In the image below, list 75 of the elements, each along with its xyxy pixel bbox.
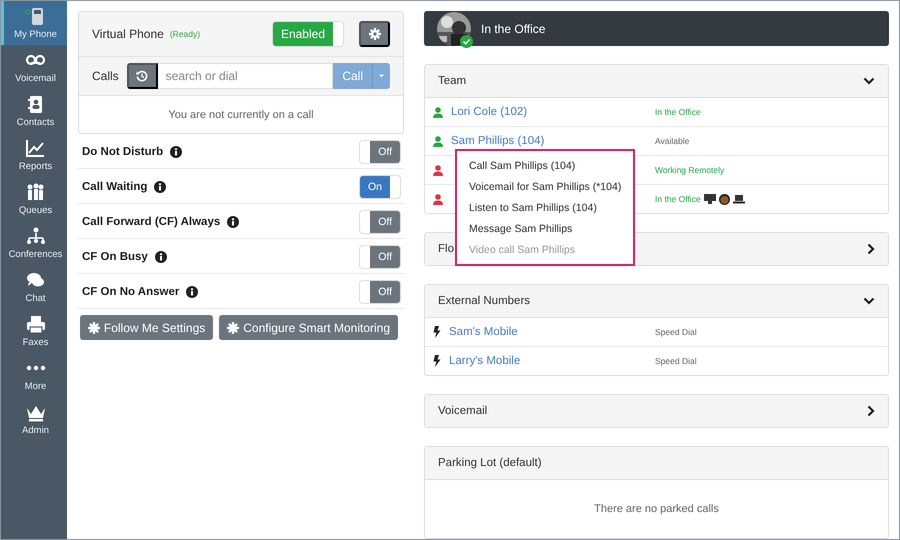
chart-icon [24, 138, 46, 159]
info-icon[interactable] [154, 250, 167, 262]
chevron-down-icon[interactable] [863, 77, 875, 85]
sidebar-item[interactable]: Conferences [1, 221, 67, 265]
avatar-icon [718, 194, 730, 204]
panel-title: Team [438, 75, 466, 87]
check-icon [460, 34, 473, 48]
sidebar-item[interactable]: Reports [1, 133, 67, 177]
setting-label: CF On Busy [82, 250, 148, 262]
info-icon[interactable] [227, 216, 240, 228]
toggle-switch[interactable]: Off [360, 140, 400, 162]
panel-title: Parking Lot (default) [438, 457, 542, 469]
presence-status: Working Remotely [655, 165, 724, 175]
sidebar-item[interactable]: Contacts [1, 89, 67, 133]
settings-button[interactable] [359, 21, 390, 47]
history-button[interactable] [126, 63, 158, 89]
sidebar-item[interactable]: Voicemail [1, 45, 67, 89]
virtual-phone-label: Virtual Phone [92, 27, 164, 41]
info-icon[interactable] [186, 286, 198, 298]
toggle-switch[interactable]: On [360, 176, 400, 198]
collapsed-panel[interactable]: Voicemail [424, 394, 889, 428]
info-icon[interactable] [154, 180, 166, 192]
sidebar-item[interactable]: More [1, 353, 67, 397]
phone-status: (Ready) [170, 29, 200, 39]
presence-status: In the Office [655, 194, 701, 204]
sidebar-item[interactable]: Queues [1, 177, 67, 221]
search-field[interactable]: search or dial [158, 63, 334, 89]
hierarchy-icon [24, 226, 46, 247]
call-status-message: You are not currently on a call [167, 108, 315, 123]
menu-item[interactable]: Listen to Sam Phillips (104) [457, 197, 634, 218]
sidebar-item[interactable]: Faxes [1, 309, 67, 353]
panel-title: Flo [438, 243, 454, 255]
more-icon [24, 365, 46, 371]
history-icon [136, 70, 148, 82]
lightning-icon [433, 355, 441, 367]
panel-title: Voicemail [438, 405, 488, 417]
menu-item[interactable]: Call Sam Phillips (104) [457, 155, 634, 176]
chevron-down-icon[interactable] [863, 297, 875, 305]
contact-link[interactable]: Larry's Mobile [449, 355, 520, 367]
printer-icon [24, 314, 46, 335]
chevron-right-icon[interactable] [867, 243, 875, 255]
empty-message: There are no parked calls [425, 479, 888, 538]
number-type: Speed Dial [655, 356, 697, 366]
contact-link[interactable]: Sam's Mobile [449, 326, 518, 338]
presence-status: Available [655, 136, 690, 146]
action-button[interactable]: Follow Me Settings [80, 315, 214, 340]
setting-label: CF On No Answer [82, 286, 180, 298]
gear-icon [227, 322, 240, 334]
action-button[interactable]: Configure Smart Monitoring [219, 315, 398, 340]
lightning-icon [433, 326, 441, 338]
toggle-switch[interactable]: Enabled [272, 22, 343, 46]
sidebar-item[interactable]: Chat [1, 265, 67, 309]
number-type: Speed Dial [655, 327, 697, 337]
menu-item[interactable]: Voicemail for Sam Phillips (*104) [457, 176, 634, 197]
chevron-right-icon[interactable] [867, 405, 875, 417]
info-icon[interactable] [170, 146, 182, 158]
toggle-switch[interactable]: Off [360, 280, 400, 302]
setting-label: Call Forward (CF) Always [82, 216, 220, 228]
gear-icon [88, 322, 100, 334]
sidebar-item[interactable]: My Phone [1, 1, 67, 45]
toggle-switch[interactable]: Off [360, 246, 400, 268]
contact-link[interactable]: Sam Phillips (104) [451, 135, 544, 147]
setting-label: Call Waiting [82, 180, 148, 192]
setting-label: Do Not Disturb [82, 146, 164, 158]
panel-title: External Numbers [438, 295, 530, 307]
people-icon [24, 182, 46, 203]
calls-label: Calls [92, 69, 119, 83]
presence-status: In the Office [655, 107, 701, 117]
toggle-switch[interactable]: Off [360, 210, 400, 232]
contact-link[interactable]: Lori Cole (102) [451, 106, 528, 118]
sidebar-item[interactable]: Admin [1, 397, 67, 441]
settings-icon [368, 28, 380, 40]
caret-icon [379, 74, 384, 78]
laptop-icon [732, 194, 745, 204]
presence-status[interactable]: In the Office [481, 22, 546, 36]
